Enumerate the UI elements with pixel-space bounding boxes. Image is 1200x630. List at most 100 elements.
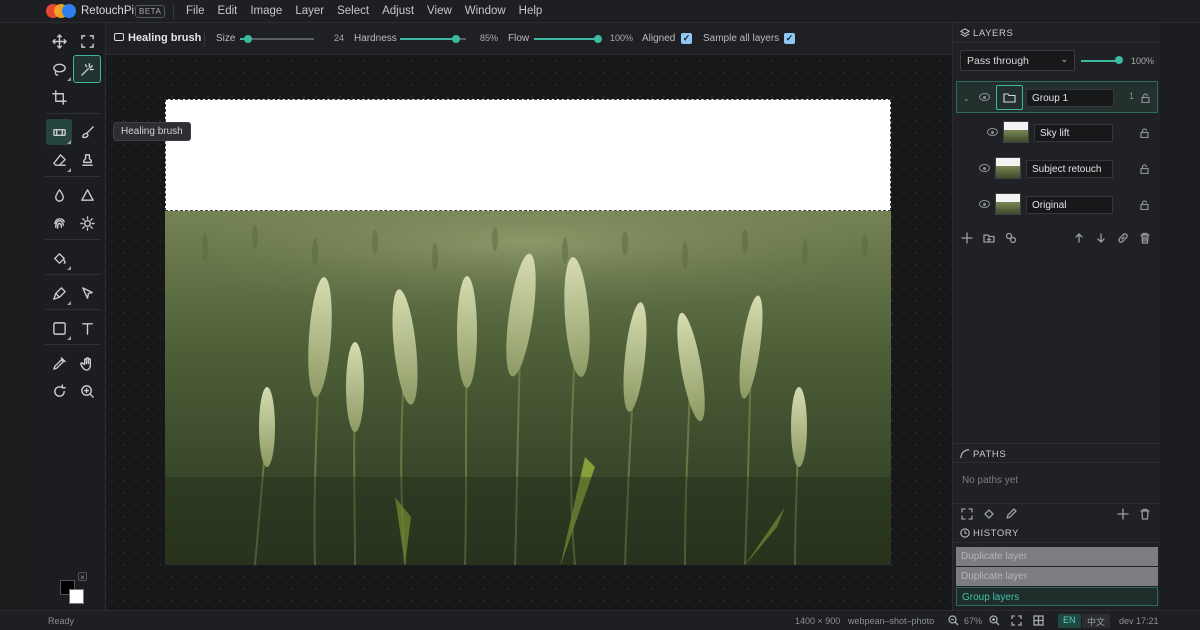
dodge-tool[interactable] [74,210,100,236]
blur-tool[interactable] [46,182,72,208]
path-to-selection-button[interactable] [961,508,973,520]
menu-edit[interactable]: Edit [218,5,238,17]
layer-row-subject-retouch[interactable]: Subject retouch [956,153,1158,185]
background-color-swatch[interactable] [69,589,84,604]
document-dimensions: 1400 × 900 [795,616,841,626]
healing-brush-icon [52,128,66,136]
layer-thumbnail [995,157,1021,179]
hand-icon [79,356,91,371]
hardness-value: 85% [480,33,499,43]
brush-tool[interactable] [74,119,100,145]
crop-icon [51,89,67,105]
clone-stamp-tool[interactable] [74,147,100,173]
paint-bucket-tool[interactable] [46,245,72,271]
move-layer-up-button[interactable] [1073,232,1085,244]
fit-to-screen-button[interactable] [1011,615,1022,626]
delete-path-button[interactable] [1139,508,1151,520]
move-layer-down-button[interactable] [1095,232,1107,244]
menu-view[interactable]: View [427,5,452,17]
layer-name-field[interactable]: Group 1 [1026,89,1114,107]
visibility-eye-icon[interactable] [979,164,990,172]
eraser-tool[interactable] [46,147,72,173]
smudge-tool[interactable] [46,210,72,236]
zoom-tool[interactable] [74,378,100,404]
visibility-eye-icon[interactable] [979,200,990,208]
menu-select[interactable]: Select [337,5,369,17]
new-group-button[interactable] [983,232,995,244]
flow-slider[interactable] [534,35,602,43]
zoom-out-icon [948,615,959,626]
lock-icon[interactable] [1140,200,1149,211]
language-en-button[interactable]: EN [1058,614,1081,628]
layer-name-field[interactable]: Original [1026,196,1113,214]
document-canvas[interactable] [165,99,891,565]
droplet-icon [54,188,64,202]
menu-image[interactable]: Image [250,5,282,17]
delete-layer-button[interactable] [1139,232,1151,244]
move-tool[interactable] [46,28,72,54]
canvas-area[interactable] [106,55,952,610]
right-panel: LAYERS Pass through ⌄ 100% ⌄ Group 1 1 S… [952,23,1161,610]
text-tool[interactable] [74,315,100,341]
swap-colors-icon[interactable]: × [78,572,87,582]
size-label: Size [216,33,236,44]
eyedropper-tool[interactable] [46,350,72,376]
layer-name-field[interactable]: Sky lift [1034,124,1113,142]
menu-file[interactable]: File [186,5,205,17]
layer-opacity-thumb[interactable] [1115,56,1123,64]
history-item[interactable]: Duplicate layer [956,547,1158,566]
sample-all-layers-checkbox[interactable]: ✓ [784,33,795,44]
menu-help[interactable]: Help [519,5,543,17]
toolbar-divider [45,309,101,310]
shape-tool[interactable] [46,315,72,341]
zoom-in-button[interactable] [989,615,1000,626]
direct-select-tool[interactable] [74,280,100,306]
visibility-eye-icon[interactable] [987,128,998,136]
sharpen-tool[interactable] [74,182,100,208]
eyedropper-icon [52,356,66,370]
grid-toggle-button[interactable] [1033,615,1044,626]
hardness-slider-thumb[interactable] [452,35,460,43]
lock-icon[interactable] [1140,164,1149,175]
rotate-view-tool[interactable] [46,378,72,404]
options-divider [204,31,205,47]
layer-row-original[interactable]: Original [956,189,1158,221]
size-slider-thumb[interactable] [244,35,252,43]
zoom-out-button[interactable] [948,615,959,626]
hardness-slider[interactable] [400,35,466,43]
menu-window[interactable]: Window [465,5,506,17]
add-path-button[interactable] [1117,508,1129,520]
tool-group-indicator [67,336,71,340]
add-layer-button[interactable] [961,232,973,244]
fill-path-button[interactable] [983,508,995,520]
layer-row-sky-lift[interactable]: Sky lift [956,117,1158,149]
pen-tool[interactable] [46,280,72,306]
link-layers-button[interactable] [1117,232,1129,244]
magic-wand-tool[interactable] [73,55,101,83]
hand-tool[interactable] [74,350,100,376]
size-slider[interactable] [240,35,314,43]
arrow-down-icon [1097,233,1105,243]
aligned-checkbox[interactable]: ✓ [681,33,692,44]
mask-icon [1005,232,1017,244]
add-mask-button[interactable] [1005,232,1017,244]
lock-icon[interactable] [1141,93,1150,104]
collapse-caret-icon[interactable]: ⌄ [963,94,970,103]
marquee-tool[interactable] [74,28,100,54]
lock-icon[interactable] [1140,128,1149,139]
flow-slider-thumb[interactable] [594,35,602,43]
menu-layer[interactable]: Layer [295,5,324,17]
language-zh-button[interactable]: 中文 [1082,614,1111,628]
layer-name-field[interactable]: Subject retouch [1026,160,1113,178]
lasso-tool[interactable] [46,56,72,82]
layer-row-group-1[interactable]: ⌄ Group 1 1 [956,81,1158,113]
crop-tool[interactable] [46,84,72,110]
stroke-path-button[interactable] [1005,508,1017,520]
blend-mode-select[interactable]: Pass through ⌄ [960,50,1075,71]
menu-adjust[interactable]: Adjust [382,5,414,17]
history-item-current[interactable]: Group layers [956,587,1158,606]
healing-brush-tool[interactable] [46,119,72,145]
history-item[interactable]: Duplicate layer [956,567,1158,586]
status-text: Ready [48,616,75,626]
visibility-eye-icon[interactable] [979,93,990,101]
